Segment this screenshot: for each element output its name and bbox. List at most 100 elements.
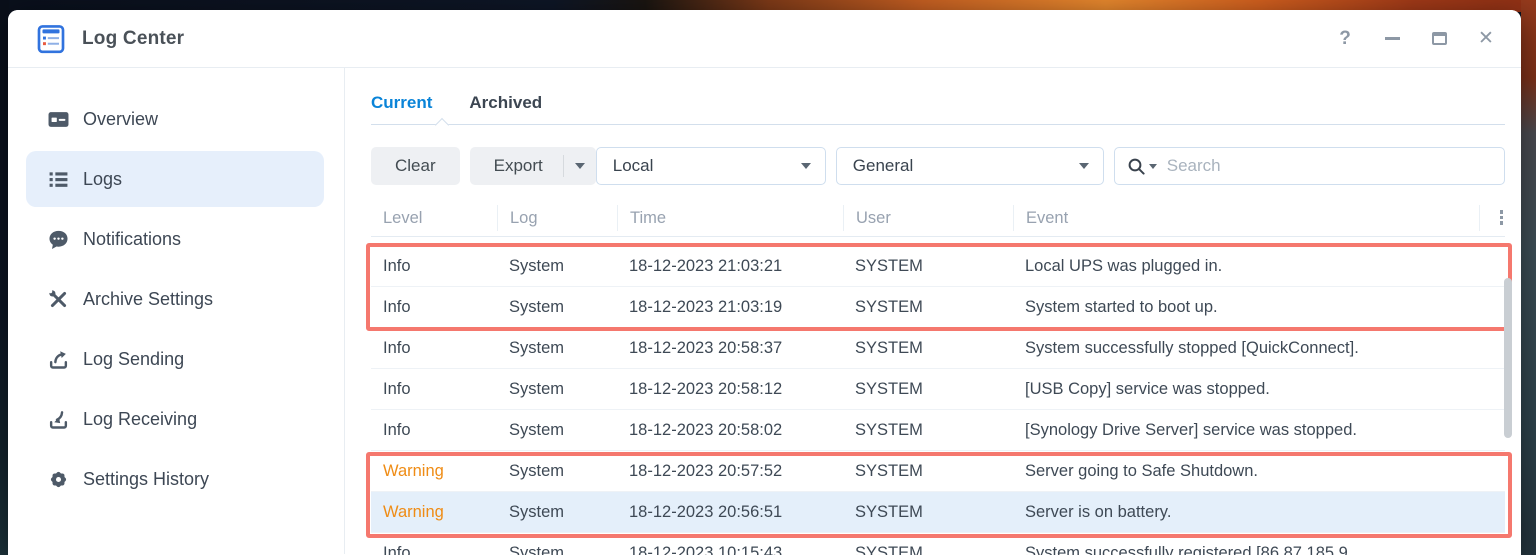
cell-user: SYSTEM (855, 338, 923, 357)
cell-log: System (509, 420, 565, 439)
close-button[interactable]: ✕ (1477, 28, 1495, 49)
cell-level: Warning (383, 461, 444, 480)
sidebar-item-logs[interactable]: Logs (26, 151, 324, 207)
table-scrollbar-thumb[interactable] (1504, 278, 1512, 438)
log-source-select[interactable]: Local (595, 147, 826, 185)
cell-user: SYSTEM (855, 379, 923, 398)
export-dropdown-button[interactable] (564, 163, 596, 169)
sidebar-item-label: Overview (83, 108, 159, 129)
sidebar-item-label: Notifications (83, 228, 182, 249)
maximize-icon (1431, 32, 1447, 45)
vertical-dots-icon (1499, 210, 1503, 225)
column-header-log[interactable]: Log (497, 204, 617, 231)
cell-user: SYSTEM (855, 420, 923, 439)
cell-log: System (509, 461, 565, 480)
cell-time: 18-12-2023 20:57:52 (629, 461, 783, 480)
table-row[interactable]: Info System 18-12-2023 20:58:02 SYSTEM [… (371, 410, 1505, 451)
column-settings-button[interactable] (1479, 204, 1505, 231)
cell-event: Server going to Safe Shutdown. (1025, 461, 1258, 480)
log-center-app-icon (37, 24, 65, 53)
cell-time: 18-12-2023 20:58:02 (629, 420, 783, 439)
sidebar-item-archive-settings[interactable]: Archive Settings (26, 271, 324, 327)
tab-current[interactable]: Current (371, 84, 432, 113)
export-button[interactable]: Export (470, 156, 563, 176)
sidebar-item-log-sending[interactable]: Log Sending (26, 331, 324, 387)
cell-event: Server is on battery. (1025, 502, 1172, 521)
table-row[interactable]: Info System 18-12-2023 10:15:43 SYSTEM S… (371, 533, 1505, 555)
cell-event: System started to boot up. (1025, 297, 1218, 316)
maximize-button[interactable] (1430, 30, 1448, 48)
desktop-wallpaper-right (1521, 0, 1536, 555)
table-row[interactable]: Info System 18-12-2023 21:03:21 SYSTEM L… (371, 246, 1505, 287)
gear-icon (50, 471, 67, 487)
cell-level: Info (383, 543, 411, 555)
cell-level: Info (383, 420, 411, 439)
cell-event: [USB Copy] service was stopped. (1025, 379, 1270, 398)
column-header-time[interactable]: Time (617, 204, 843, 231)
desktop: Log Center ? ✕ Overview Logs Notificatio… (0, 0, 1536, 555)
table-row[interactable]: Warning System 18-12-2023 20:57:52 SYSTE… (371, 451, 1505, 492)
tab-bar: Current Archived (371, 84, 1505, 133)
tools-icon (49, 289, 67, 307)
active-tab-notch (434, 117, 450, 133)
cell-user: SYSTEM (855, 543, 923, 555)
sidebar-item-notifications[interactable]: Notifications (26, 211, 324, 267)
sidebar-item-label: Archive Settings (83, 288, 214, 309)
search-input[interactable] (1166, 156, 1492, 176)
cell-time: 18-12-2023 20:56:51 (629, 502, 783, 521)
table-row[interactable]: Info System 18-12-2023 20:58:12 SYSTEM [… (371, 369, 1505, 410)
export-split-button[interactable]: Export (469, 147, 596, 185)
sidebar-item-label: Settings History (83, 468, 210, 489)
cell-time: 18-12-2023 20:58:37 (629, 338, 783, 357)
cell-time: 18-12-2023 20:58:12 (629, 379, 783, 398)
toolbar: Clear Export Local General (371, 147, 1505, 185)
window-controls: ? ✕ (1336, 28, 1495, 50)
cell-user: SYSTEM (855, 297, 923, 316)
cell-level: Info (383, 338, 411, 357)
cell-log: System (509, 379, 565, 398)
cell-user: SYSTEM (855, 256, 923, 275)
table-row-selected[interactable]: Warning System 18-12-2023 20:56:51 SYSTE… (371, 492, 1505, 533)
search-box[interactable] (1113, 147, 1505, 185)
download-tray-icon (49, 410, 68, 429)
search-options-caret-icon[interactable] (1148, 163, 1157, 169)
cell-time: 18-12-2023 21:03:21 (629, 256, 783, 275)
help-button[interactable]: ? (1336, 28, 1354, 49)
cell-event: System successfully stopped [QuickConnec… (1025, 338, 1359, 357)
upload-tray-icon (49, 350, 68, 369)
clear-button[interactable]: Clear (371, 147, 460, 185)
cell-event: System successfully registered [86.87.18… (1025, 543, 1348, 555)
cell-time: 18-12-2023 10:15:43 (629, 543, 783, 555)
column-header-event[interactable]: Event (1013, 204, 1479, 231)
column-header-user[interactable]: User (843, 204, 1013, 231)
table-row[interactable]: Info System 18-12-2023 21:03:19 SYSTEM S… (371, 287, 1505, 328)
cell-user: SYSTEM (855, 502, 923, 521)
sidebar-item-log-receiving[interactable]: Log Receiving (26, 391, 324, 447)
sidebar-item-label: Log Sending (83, 348, 185, 369)
cell-level: Warning (383, 502, 444, 521)
window-title: Log Center (82, 27, 185, 49)
cell-level: Info (383, 297, 411, 316)
chevron-down-icon (800, 163, 811, 169)
search-icon (1128, 158, 1145, 175)
table-row[interactable]: Info System 18-12-2023 20:58:37 SYSTEM S… (371, 328, 1505, 369)
list-icon (49, 171, 68, 187)
log-type-select[interactable]: General (835, 147, 1104, 185)
cell-level: Info (383, 256, 411, 275)
main-panel: Current Archived Clear Export Local Gene… (345, 68, 1521, 555)
table-header: Level Log Time User Event (371, 199, 1505, 237)
sidebar-item-overview[interactable]: Overview (26, 91, 324, 147)
cell-log: System (509, 338, 565, 357)
column-header-level[interactable]: Level (371, 205, 497, 231)
minimize-icon (1384, 37, 1400, 40)
chevron-down-icon (574, 163, 585, 169)
cell-event: [Synology Drive Server] service was stop… (1025, 420, 1357, 439)
tab-archived[interactable]: Archived (469, 84, 542, 113)
log-table-body: Info System 18-12-2023 21:03:21 SYSTEM L… (371, 246, 1505, 555)
cell-log: System (509, 297, 565, 316)
minimize-button[interactable] (1383, 30, 1401, 48)
log-type-value: General (852, 156, 914, 175)
sidebar: Overview Logs Notifications Archive Sett… (8, 68, 345, 554)
sidebar-item-settings-history[interactable]: Settings History (26, 451, 324, 507)
chevron-down-icon (1078, 163, 1089, 169)
